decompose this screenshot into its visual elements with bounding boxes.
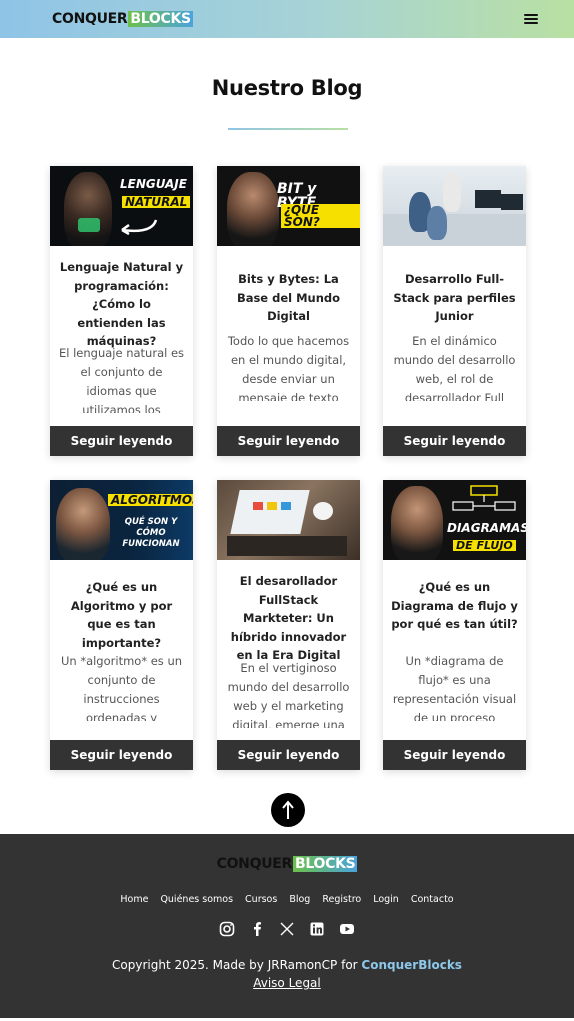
back-to-top-button[interactable] bbox=[271, 793, 305, 827]
post-title[interactable]: El desarollador FullStack Markteter: Un … bbox=[225, 572, 352, 665]
copyright-text: Copyright 2025. Made by JRRamonCP for Co… bbox=[0, 958, 574, 972]
blog-card: BIT y BYTE ¿QUÉ SON? Bits y Bytes: La Ba… bbox=[217, 166, 360, 456]
footer-nav: Home Quiénes somos Cursos Blog Registro … bbox=[0, 894, 574, 905]
logo-blocks: BLOCKS bbox=[293, 856, 358, 872]
read-more-button[interactable]: Seguir leyendo bbox=[217, 740, 360, 770]
site-header: CONQUER BLOCKS bbox=[0, 0, 574, 38]
post-thumbnail[interactable]: LENGUAJE NATURAL bbox=[50, 166, 193, 246]
linkedin-icon[interactable] bbox=[309, 920, 326, 937]
blog-card: Desarrollo Full-Stack para perfiles Juni… bbox=[383, 166, 526, 456]
footer-logo[interactable]: CONQUER BLOCKS bbox=[0, 856, 574, 872]
read-more-button[interactable]: Seguir leyendo bbox=[383, 426, 526, 456]
monitor bbox=[501, 194, 523, 210]
post-title[interactable]: Desarrollo Full-Stack para perfiles Juni… bbox=[391, 270, 518, 326]
arrow-icon bbox=[121, 219, 158, 236]
post-excerpt: Un *diagrama de flujo* es una representa… bbox=[392, 654, 517, 721]
footer-link-blog[interactable]: Blog bbox=[289, 894, 310, 905]
site-footer: CONQUER BLOCKS Home Quiénes somos Cursos… bbox=[0, 834, 574, 1018]
post-title[interactable]: Bits y Bytes: La Base del Mundo Digital bbox=[225, 270, 352, 326]
logo-conquer: CONQUER bbox=[52, 11, 128, 27]
social-links bbox=[0, 920, 574, 937]
page-title: Nuestro Blog bbox=[211, 76, 363, 100]
post-thumbnail[interactable]: BIT y BYTE ¿QUÉ SON? bbox=[217, 166, 360, 246]
person-figure bbox=[443, 172, 461, 212]
footer-link-cursos[interactable]: Cursos bbox=[245, 894, 277, 905]
thumbnail-text: LENGUAJE bbox=[120, 177, 187, 191]
read-more-button[interactable]: Seguir leyendo bbox=[50, 426, 193, 456]
keyboard bbox=[227, 536, 347, 556]
chart-block bbox=[281, 502, 291, 510]
copyright-label: Copyright 2025. Made by JRRamonCP for bbox=[112, 958, 358, 972]
blog-card: DIAGRAMAS DE FLUJO ¿Qué es un Diagrama d… bbox=[383, 480, 526, 770]
brand-link[interactable]: ConquerBlocks bbox=[361, 958, 462, 972]
post-thumbnail[interactable]: ALGORITMOS QUÉ SON Y CÓMO FUNCIONAN bbox=[50, 480, 193, 560]
post-excerpt: En el vertiginoso mundo del desarrollo w… bbox=[227, 661, 350, 728]
desk bbox=[383, 214, 526, 246]
title-divider bbox=[228, 128, 348, 130]
instagram-icon[interactable] bbox=[219, 920, 236, 937]
monitor bbox=[475, 190, 501, 208]
post-excerpt: El lenguaje natural es el conjunto de id… bbox=[58, 346, 185, 413]
flowchart-icon bbox=[452, 485, 516, 511]
legal-link[interactable]: Aviso Legal bbox=[0, 976, 574, 990]
laptop-glow bbox=[78, 218, 100, 232]
post-title[interactable]: ¿Qué es un Algoritmo y por que es tan im… bbox=[58, 578, 185, 652]
thumbnail-text: ¿QUÉ SON? bbox=[281, 204, 360, 228]
read-more-button[interactable]: Seguir leyendo bbox=[383, 740, 526, 770]
footer-link-contacto[interactable]: Contacto bbox=[411, 894, 454, 905]
blog-card: LENGUAJE NATURAL Lenguaje Natural y prog… bbox=[50, 166, 193, 456]
thumbnail-text: QUÉ SON Y CÓMO FUNCIONAN bbox=[122, 517, 180, 549]
post-excerpt: Todo lo que hacemos en el mundo digital,… bbox=[227, 334, 350, 401]
person-figure bbox=[227, 172, 279, 246]
thumbnail-text: DIAGRAMAS bbox=[447, 521, 526, 535]
site-logo[interactable]: CONQUER BLOCKS bbox=[52, 11, 193, 27]
post-excerpt: Un *algoritmo* es un conjunto de instruc… bbox=[60, 654, 183, 721]
person-figure bbox=[64, 172, 112, 246]
post-thumbnail[interactable] bbox=[383, 166, 526, 246]
youtube-icon[interactable] bbox=[339, 920, 356, 937]
read-more-button[interactable]: Seguir leyendo bbox=[217, 426, 360, 456]
footer-link-home[interactable]: Home bbox=[120, 894, 148, 905]
post-title[interactable]: ¿Qué es un Diagrama de flujo y por qué e… bbox=[391, 578, 518, 634]
thumbnail-text: DE FLUJO bbox=[453, 540, 516, 551]
blog-card: El desarollador FullStack Markteter: Un … bbox=[217, 480, 360, 770]
chart-block bbox=[253, 502, 263, 510]
thumbnail-text: NATURAL bbox=[122, 196, 191, 208]
facebook-icon[interactable] bbox=[249, 920, 266, 937]
post-thumbnail[interactable]: DIAGRAMAS DE FLUJO bbox=[383, 480, 526, 560]
person-figure bbox=[391, 486, 443, 560]
read-more-button[interactable]: Seguir leyendo bbox=[50, 740, 193, 770]
footer-link-login[interactable]: Login bbox=[373, 894, 399, 905]
arrow-up-icon bbox=[282, 800, 294, 819]
person-figure bbox=[56, 488, 110, 560]
person-figure bbox=[427, 206, 447, 240]
post-thumbnail[interactable] bbox=[217, 480, 360, 560]
chart-block bbox=[267, 502, 277, 510]
x-icon[interactable] bbox=[279, 920, 296, 937]
coffee-cup bbox=[313, 502, 333, 520]
post-title[interactable]: Lenguaje Natural y programación: ¿Cómo l… bbox=[58, 258, 185, 351]
thumbnail-text: ALGORITMOS bbox=[108, 494, 193, 506]
footer-link-quienes-somos[interactable]: Quiénes somos bbox=[160, 894, 233, 905]
post-excerpt: En el dinámico mundo del desarrollo web,… bbox=[393, 334, 516, 401]
blog-card: ALGORITMOS QUÉ SON Y CÓMO FUNCIONAN ¿Qué… bbox=[50, 480, 193, 770]
laptop-screen bbox=[230, 490, 310, 534]
logo-blocks: BLOCKS bbox=[128, 11, 193, 27]
logo-conquer: CONQUER bbox=[216, 856, 293, 872]
footer-link-registro[interactable]: Registro bbox=[322, 894, 361, 905]
menu-icon[interactable] bbox=[524, 14, 538, 24]
